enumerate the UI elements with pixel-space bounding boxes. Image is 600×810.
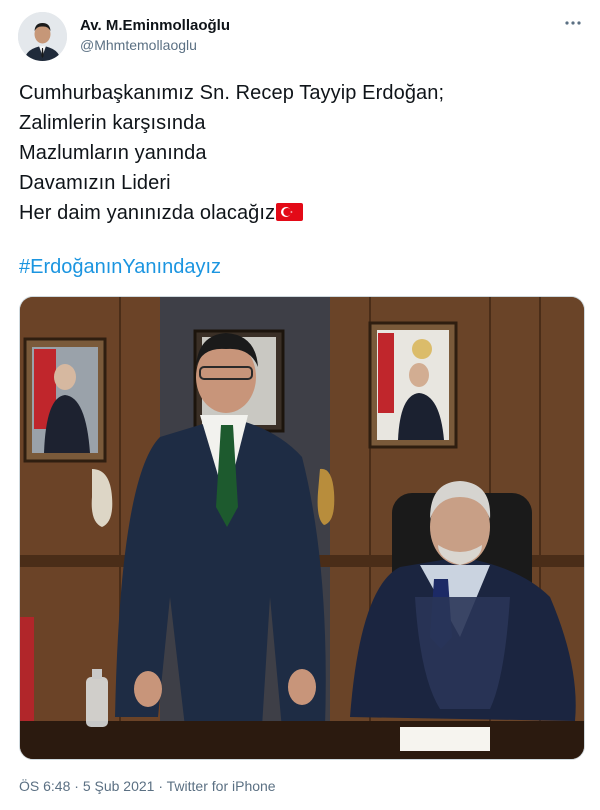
user-handle[interactable]: @Mhmtemollaoglu: [80, 37, 197, 53]
avatar-image: [18, 12, 67, 61]
meta-separator: ·: [70, 778, 83, 794]
tweet-date[interactable]: 5 Şub 2021: [83, 778, 155, 794]
meta-separator: ·: [154, 778, 167, 794]
tweet-time[interactable]: ÖS 6:48: [19, 778, 70, 794]
tweet-line-text: Her daim yanınızda olacağız: [19, 202, 276, 224]
tweet-line: Zalimlerin karşısında: [19, 112, 206, 134]
tweet-line: Cumhurbaşkanımız Sn. Recep Tayyip Erdoğa…: [19, 82, 445, 104]
tweet-photo[interactable]: [19, 296, 585, 760]
tweet-line-last: Her daim yanınızda olacağız: [19, 198, 579, 228]
more-options-icon[interactable]: [562, 12, 584, 34]
display-name[interactable]: Av. M.Eminmollaoğlu: [80, 17, 230, 34]
tweet-line: Mazlumların yanında: [19, 142, 207, 164]
photo-image: [20, 297, 584, 759]
avatar[interactable]: [18, 12, 67, 61]
tweet-text: Cumhurbaşkanımız Sn. Recep Tayyip Erdoğa…: [19, 78, 579, 228]
tweet: Av. M.Eminmollaoğlu @Mhmtemollaoglu Cumh…: [0, 0, 600, 810]
tweet-source[interactable]: Twitter for iPhone: [167, 778, 276, 794]
tweet-metadata: ÖS 6:48 · 5 Şub 2021 · Twitter for iPhon…: [19, 778, 276, 794]
turkish-flag-icon: [276, 200, 304, 230]
hashtag-link[interactable]: #ErdoğanınYanındayız: [19, 256, 221, 279]
tweet-line: Davamızın Lideri: [19, 172, 171, 194]
